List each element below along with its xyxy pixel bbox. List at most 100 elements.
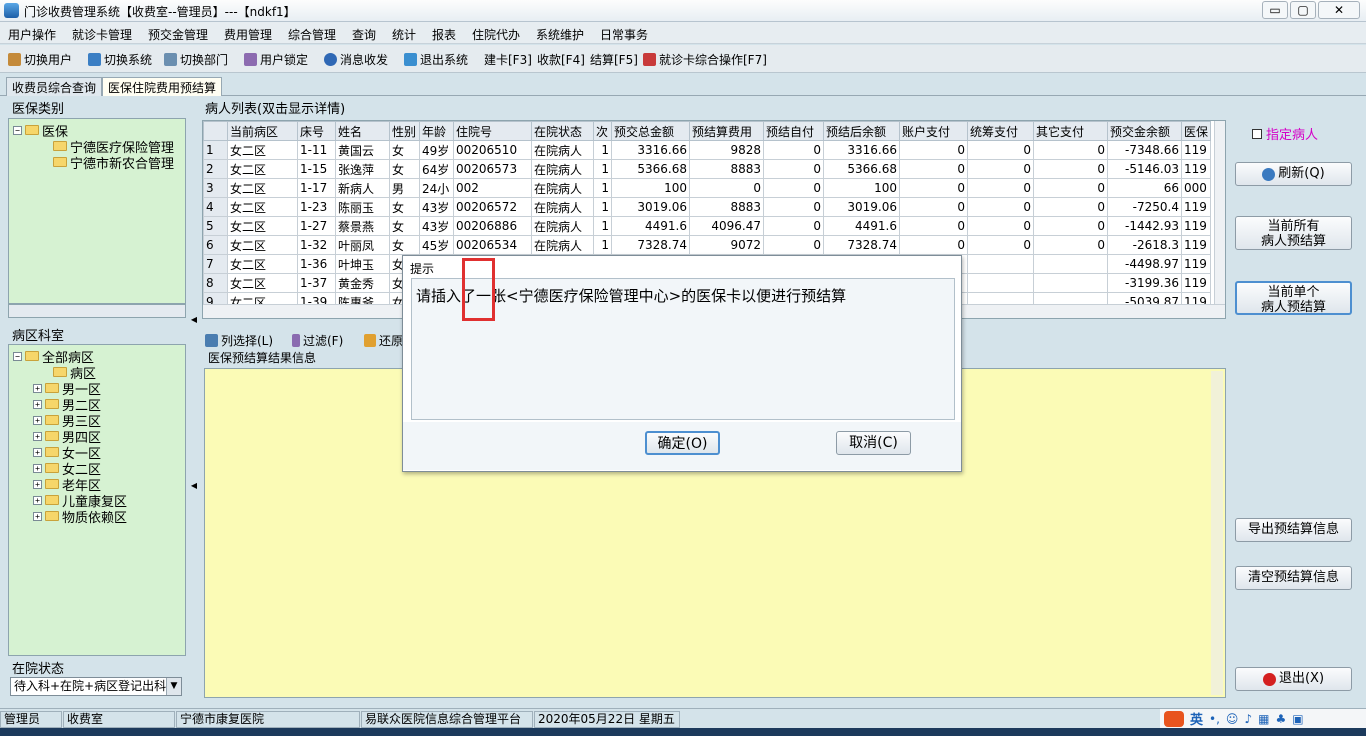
lock-icon bbox=[244, 53, 257, 66]
switch-user-button[interactable]: 切换用户 bbox=[8, 51, 72, 68]
hourglass-icon bbox=[292, 334, 300, 347]
tree-node-ward[interactable]: + 物质依赖区 bbox=[33, 508, 127, 526]
exit-system-button[interactable]: 退出系统 bbox=[404, 51, 468, 68]
column-header[interactable]: 次 bbox=[593, 121, 612, 141]
switch-dept-button[interactable]: 切换部门 bbox=[164, 51, 228, 68]
table-row[interactable]: 4 女二区 1-23 陈丽玉女 43岁 00206572 在院病人 1 3019.06 8883 0… bbox=[203, 197, 1212, 217]
table-cell: 女 bbox=[389, 159, 420, 179]
menu-card-mgmt[interactable]: 就诊卡管理 bbox=[72, 26, 132, 43]
column-header[interactable]: 预结算费用 bbox=[689, 121, 764, 141]
table-cell: 0 bbox=[899, 235, 968, 255]
expand-icon[interactable]: + bbox=[33, 447, 42, 457]
emoji-icon[interactable]: ☺ bbox=[1226, 712, 1239, 726]
column-header[interactable]: 账户支付 bbox=[899, 121, 968, 141]
expand-icon[interactable]: + bbox=[33, 431, 42, 441]
presettle-all-button[interactable]: 当前所有 病人预结算 bbox=[1235, 216, 1352, 250]
column-header[interactable]: 预交总金额 bbox=[611, 121, 690, 141]
tree-node-ningde-coop[interactable]: 宁德市新农合管理 bbox=[53, 154, 174, 172]
checkbox-icon[interactable] bbox=[1252, 128, 1262, 139]
collapse-icon[interactable]: − bbox=[13, 351, 22, 361]
column-header[interactable]: 预结后余额 bbox=[823, 121, 900, 141]
column-header[interactable]: 其它支付 bbox=[1033, 121, 1108, 141]
expand-icon[interactable]: + bbox=[33, 479, 42, 489]
menu-reports[interactable]: 报表 bbox=[432, 26, 456, 43]
column-header[interactable]: 在院状态 bbox=[531, 121, 594, 141]
collapse-icon[interactable]: − bbox=[13, 125, 22, 135]
designate-patient-checkbox[interactable]: 指定病人 bbox=[1252, 124, 1318, 143]
menu-user-ops[interactable]: 用户操作 bbox=[8, 26, 56, 43]
restore-button[interactable]: 还原 bbox=[364, 332, 403, 349]
switch-system-button[interactable]: 切换系统 bbox=[88, 51, 152, 68]
lock-user-button[interactable]: 用户锁定 bbox=[244, 51, 308, 68]
collapse-left-icon[interactable]: ◀ bbox=[190, 478, 198, 494]
column-header[interactable]: 年龄 bbox=[419, 121, 454, 141]
skin-icon[interactable]: ♣ bbox=[1275, 712, 1286, 726]
ok-button[interactable]: 确定(O) bbox=[645, 431, 720, 455]
keyboard-icon[interactable]: ▦ bbox=[1258, 712, 1269, 726]
close-button[interactable]: ✕ bbox=[1318, 1, 1360, 19]
table-row[interactable]: 5 女二区 1-27 蔡景燕女 43岁 00206886 在院病人 1 4491.6 4096.4… bbox=[203, 216, 1212, 236]
column-header[interactable]: 性别 bbox=[389, 121, 420, 141]
column-header[interactable]: 预交金余额 bbox=[1107, 121, 1182, 141]
column-header[interactable] bbox=[203, 121, 228, 141]
minimize-button[interactable]: ▭ bbox=[1262, 1, 1288, 19]
ime-language[interactable]: 英 bbox=[1190, 709, 1203, 728]
menu-inpatient-agent[interactable]: 住院代办 bbox=[472, 26, 520, 43]
expand-icon[interactable]: + bbox=[33, 511, 42, 521]
column-select-button[interactable]: 列选择(L) bbox=[205, 332, 273, 349]
column-header[interactable]: 住院号 bbox=[453, 121, 532, 141]
export-presettle-button[interactable]: 导出预结算信息 bbox=[1235, 518, 1352, 542]
table-row[interactable]: 2 女二区 1-15 张逸萍女 64岁 00206573 在院病人 1 5366.68 8883 0… bbox=[203, 159, 1212, 179]
column-header[interactable]: 床号 bbox=[297, 121, 336, 141]
column-header[interactable]: 医保 bbox=[1180, 121, 1212, 141]
table-cell: 9072 bbox=[689, 235, 764, 255]
user-icon bbox=[8, 53, 21, 66]
expand-icon[interactable]: + bbox=[33, 463, 42, 473]
table-row[interactable]: 3 女二区 1-17 新病人男 24小 002 在院病人 1 100 0 0 100 0 0 0 66 000 bbox=[203, 178, 1212, 198]
vertical-scrollbar[interactable] bbox=[1211, 371, 1223, 695]
expand-icon[interactable]: + bbox=[33, 399, 42, 409]
tools-icon[interactable]: ▣ bbox=[1292, 712, 1303, 726]
settle-button[interactable]: 结算[F5] bbox=[590, 51, 638, 68]
expand-icon[interactable]: + bbox=[33, 495, 42, 505]
menu-query[interactable]: 查询 bbox=[352, 26, 376, 43]
ime-toolbar[interactable]: 英 •, ☺ ♪ ▦ ♣ ▣ bbox=[1160, 709, 1366, 728]
expand-icon[interactable]: + bbox=[33, 415, 42, 425]
tab-cashier-query[interactable]: 收费员综合查询 bbox=[6, 77, 103, 96]
column-header[interactable]: 统筹支付 bbox=[967, 121, 1034, 141]
cancel-button[interactable]: 取消(C) bbox=[836, 431, 911, 455]
card-ops-button[interactable]: 就诊卡综合操作[F7] bbox=[643, 51, 767, 68]
presettle-single-button[interactable]: 当前单个 病人预结算 bbox=[1235, 281, 1352, 315]
tab-insurance-presettle[interactable]: 医保住院费用预结算 bbox=[102, 77, 223, 96]
maximize-button[interactable]: ▢ bbox=[1290, 1, 1316, 19]
tree-node-insurance[interactable]: − 医保 bbox=[13, 122, 68, 140]
table-row[interactable]: 6 女二区 1-32 叶丽凤女 45岁 00206534 在院病人 1 7328.74 9072 0… bbox=[203, 235, 1212, 255]
menu-daily-affairs[interactable]: 日常事务 bbox=[600, 26, 648, 43]
column-header[interactable]: 姓名 bbox=[335, 121, 390, 141]
punctuation-icon[interactable]: •, bbox=[1209, 712, 1220, 726]
column-header[interactable]: 当前病区 bbox=[227, 121, 298, 141]
microphone-icon[interactable]: ♪ bbox=[1244, 712, 1252, 726]
table-row[interactable]: 1 女二区 1-11 黄国云女 49岁 00206510 在院病人 1 3316.66 9828 0… bbox=[203, 140, 1212, 160]
menu-statistics[interactable]: 统计 bbox=[392, 26, 416, 43]
menu-system-maint[interactable]: 系统维护 bbox=[536, 26, 584, 43]
menu-deposit-mgmt[interactable]: 预交金管理 bbox=[148, 26, 208, 43]
chevron-down-icon[interactable]: ▼ bbox=[166, 678, 181, 695]
messages-button[interactable]: 消息收发 bbox=[324, 51, 388, 68]
collect-payment-button[interactable]: 收款[F4] bbox=[537, 51, 585, 68]
create-card-button[interactable]: 建卡[F3] bbox=[484, 51, 532, 68]
collapse-left-icon[interactable]: ◀ bbox=[190, 312, 198, 328]
refresh-button[interactable]: 刷新(Q) bbox=[1235, 162, 1352, 186]
exit-button[interactable]: 退出(X) bbox=[1235, 667, 1352, 691]
expand-icon[interactable]: + bbox=[33, 383, 42, 393]
designate-patient-label: 指定病人 bbox=[1266, 128, 1319, 143]
filter-button[interactable]: 过滤(F) bbox=[292, 332, 343, 349]
menu-general-mgmt[interactable]: 综合管理 bbox=[288, 26, 336, 43]
menu-fee-mgmt[interactable]: 费用管理 bbox=[224, 26, 272, 43]
table-cell: 3316.66 bbox=[823, 140, 900, 160]
status-select[interactable]: 待入科+在院+病区登记出科 ▼ bbox=[10, 677, 182, 696]
clear-presettle-button[interactable]: 清空预结算信息 bbox=[1235, 566, 1352, 590]
horizontal-scrollbar[interactable] bbox=[8, 304, 186, 318]
vertical-scrollbar[interactable] bbox=[1214, 121, 1225, 304]
column-header[interactable]: 预结自付 bbox=[763, 121, 824, 141]
